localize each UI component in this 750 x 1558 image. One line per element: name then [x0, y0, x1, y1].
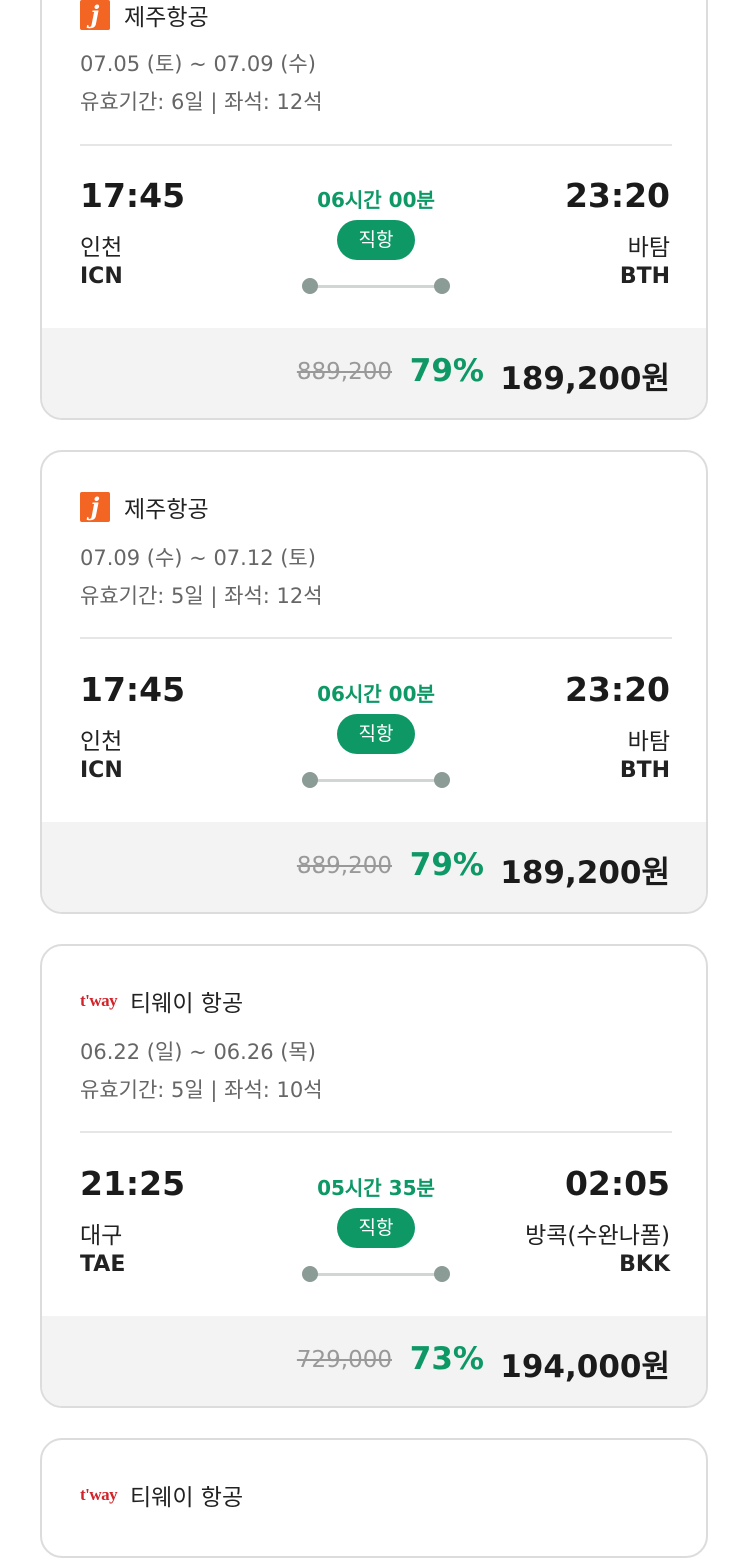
price-bar: 889,200 79% 189,200원 [42, 328, 706, 418]
arrival-city: 바탐 [627, 235, 670, 261]
direct-flight-badge: 직항 [337, 1208, 415, 1248]
divider [80, 144, 672, 146]
arrival-city: 바탐 [627, 729, 670, 755]
destination-dot [434, 278, 450, 294]
flight-duration: 06시간 00분 [317, 188, 435, 212]
route-line [302, 772, 450, 788]
airline-row: t'way 티웨이 항공 [80, 984, 243, 1018]
validity-seats: 유효기간: 5일 | 좌석: 10석 [80, 1078, 323, 1102]
original-price: 889,200 [296, 359, 392, 385]
origin-dot [302, 772, 318, 788]
jeju-air-logo: j [80, 0, 110, 30]
departure-code: TAE [80, 1252, 126, 1277]
sale-price: 189,200원 [500, 855, 670, 891]
flight-duration: 06시간 00분 [317, 682, 435, 706]
departure-city: 인천 [80, 235, 123, 261]
origin-dot [302, 278, 318, 294]
airline-name: 제주항공 [124, 497, 209, 523]
departure-time: 17:45 [80, 670, 186, 709]
direct-flight-badge: 직항 [337, 714, 415, 754]
flight-card[interactable]: j 제주항공 07.09 (수) ~ 07.12 (토) 유효기간: 5일 | … [40, 450, 708, 914]
destination-dot [434, 772, 450, 788]
original-price: 729,000 [296, 1347, 392, 1373]
departure-city: 인천 [80, 729, 123, 755]
arrival-code: BTH [619, 758, 670, 783]
sale-price: 189,200원 [500, 361, 670, 397]
airline-name: 제주항공 [124, 5, 209, 31]
departure-time: 17:45 [80, 176, 186, 215]
travel-dates: 06.22 (일) ~ 06.26 (목) [80, 1040, 316, 1064]
arrival-city: 방콕(수완나폼) [525, 1223, 670, 1249]
flight-card[interactable]: j 제주항공 07.05 (토) ~ 07.09 (수) 유효기간: 6일 | … [40, 0, 708, 420]
discount-rate: 79% [409, 353, 484, 389]
validity-seats: 유효기간: 6일 | 좌석: 12석 [80, 90, 323, 114]
tway-air-logo: t'way [80, 991, 118, 1010]
route-line [302, 278, 450, 294]
price-bar: 729,000 73% 194,000원 [42, 1316, 706, 1406]
route-line [302, 1266, 450, 1282]
departure-time: 21:25 [80, 1164, 186, 1203]
arrival-time: 23:20 [564, 176, 670, 215]
arrival-code: BTH [619, 264, 670, 289]
travel-dates: 07.09 (수) ~ 07.12 (토) [80, 546, 316, 570]
discount-rate: 79% [409, 847, 484, 883]
validity-seats: 유효기간: 5일 | 좌석: 12석 [80, 584, 323, 608]
direct-flight-badge: 직항 [337, 220, 415, 260]
airline-row: j 제주항공 [80, 0, 209, 32]
departure-city: 대구 [80, 1223, 123, 1249]
arrival-code: BKK [619, 1252, 670, 1277]
price-bar: 889,200 79% 189,200원 [42, 822, 706, 912]
airline-row: j 제주항공 [80, 490, 209, 524]
destination-dot [434, 1266, 450, 1282]
airline-name: 티웨이 항공 [130, 991, 244, 1017]
flight-card[interactable]: t'way 티웨이 항공 [40, 1438, 708, 1558]
tway-air-logo: t'way [80, 1485, 118, 1504]
airline-name: 티웨이 항공 [130, 1485, 244, 1511]
discount-rate: 73% [409, 1341, 484, 1377]
jeju-air-logo: j [80, 492, 110, 522]
divider [80, 1131, 672, 1133]
sale-price: 194,000원 [500, 1349, 670, 1385]
travel-dates: 07.05 (토) ~ 07.09 (수) [80, 52, 316, 76]
flight-duration: 05시간 35분 [317, 1176, 435, 1200]
airline-row: t'way 티웨이 항공 [80, 1478, 243, 1512]
departure-code: ICN [80, 264, 123, 289]
arrival-time: 23:20 [564, 670, 670, 709]
original-price: 889,200 [296, 853, 392, 879]
origin-dot [302, 1266, 318, 1282]
flight-card[interactable]: t'way 티웨이 항공 06.22 (일) ~ 06.26 (목) 유효기간:… [40, 944, 708, 1408]
divider [80, 637, 672, 639]
departure-code: ICN [80, 758, 123, 783]
arrival-time: 02:05 [564, 1164, 670, 1203]
